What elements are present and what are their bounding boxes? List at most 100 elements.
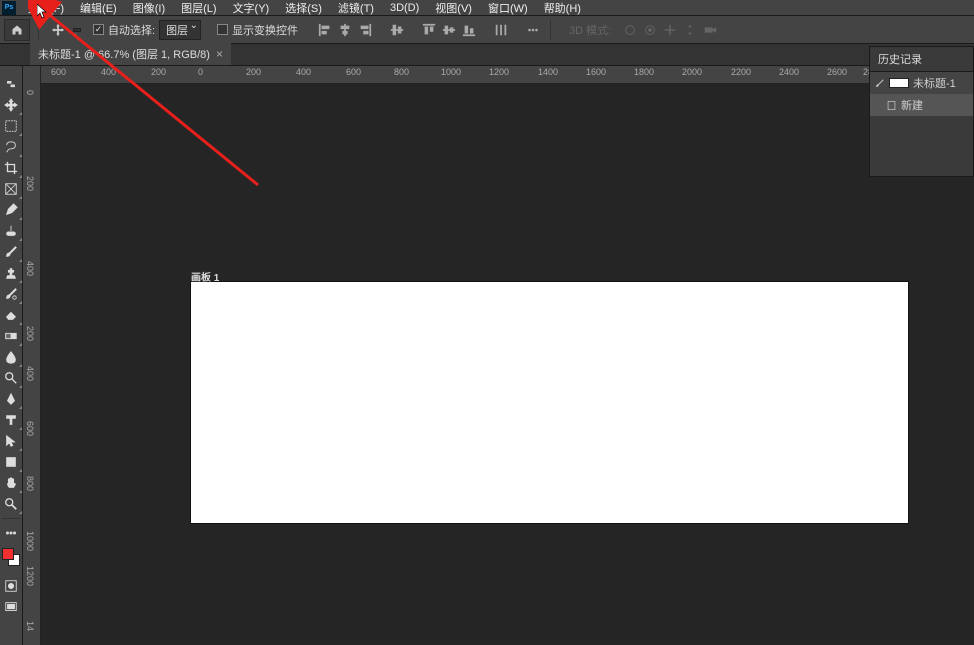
v-tick: 14 — [25, 621, 35, 631]
3d-orbit-icon[interactable] — [623, 23, 637, 37]
align-h-group — [316, 21, 374, 39]
3d-roll-icon[interactable] — [643, 23, 657, 37]
healing-brush-tool[interactable] — [1, 221, 22, 241]
menu-edit[interactable]: 编辑(E) — [72, 0, 125, 16]
menu-type[interactable]: 文字(Y) — [225, 0, 278, 16]
document-tabs: 未标题-1 @ 66.7% (图层 1, RGB/8) × — [0, 44, 974, 66]
v-tick: 800 — [25, 476, 35, 491]
dodge-tool[interactable] — [1, 368, 22, 388]
tool-preset-dropdown[interactable] — [73, 28, 81, 32]
eyedropper-tool[interactable] — [1, 200, 22, 220]
separator — [550, 20, 551, 40]
v-tick: 0 — [25, 90, 35, 95]
screen-mode-icon[interactable] — [1, 597, 22, 617]
menu-image[interactable]: 图像(I) — [125, 0, 173, 16]
shape-tool[interactable] — [1, 452, 22, 472]
separator — [38, 20, 39, 40]
menu-select[interactable]: 选择(S) — [277, 0, 330, 16]
lasso-tool[interactable] — [1, 137, 22, 157]
v-tick: 600 — [25, 421, 35, 436]
crop-tool[interactable] — [1, 158, 22, 178]
h-tick: 400 — [296, 67, 311, 77]
quick-mask-icon[interactable] — [1, 576, 22, 596]
show-transform-label: 显示变换控件 — [232, 22, 298, 38]
document-tab-label: 未标题-1 @ 66.7% (图层 1, RGB/8) — [38, 46, 210, 62]
h-tick: 1800 — [634, 67, 654, 77]
3d-camera-icon[interactable] — [703, 23, 717, 37]
history-doc-row[interactable]: 未标题-1 — [870, 72, 973, 94]
move-tool-icon[interactable] — [47, 19, 69, 41]
document-tab[interactable]: 未标题-1 @ 66.7% (图层 1, RGB/8) × — [30, 43, 231, 65]
align-bottom-icon[interactable] — [460, 21, 478, 39]
auto-select-label: 自动选择: — [108, 22, 155, 38]
frame-tool[interactable] — [1, 179, 22, 199]
type-tool[interactable] — [1, 410, 22, 430]
eraser-tool[interactable] — [1, 305, 22, 325]
pen-tool[interactable] — [1, 389, 22, 409]
close-tab-icon[interactable]: × — [216, 47, 223, 61]
edit-toolbar-icon[interactable] — [1, 523, 22, 543]
toolbox-divider — [2, 518, 20, 519]
more-options-icon[interactable] — [524, 21, 542, 39]
history-brush-tool[interactable] — [1, 284, 22, 304]
horizontal-ruler: 600 400 200 0 200 400 600 800 1000 1200 … — [41, 66, 974, 84]
foreground-color[interactable] — [2, 548, 14, 560]
v-tick: 400 — [25, 366, 35, 381]
brush-icon — [874, 78, 885, 89]
zoom-tool[interactable] — [1, 494, 22, 514]
layer-dropdown[interactable]: 图层 — [159, 20, 201, 40]
h-tick: 400 — [101, 67, 116, 77]
chevrons-icon[interactable] — [1, 74, 22, 94]
clone-stamp-tool[interactable] — [1, 263, 22, 283]
gradient-tool[interactable] — [1, 326, 22, 346]
h-tick: 2200 — [731, 67, 751, 77]
align-center-h-icon[interactable] — [336, 21, 354, 39]
menu-view[interactable]: 视图(V) — [427, 0, 480, 16]
h-tick: 0 — [198, 67, 203, 77]
h-tick: 1000 — [441, 67, 461, 77]
canvas-area[interactable]: 画板 1 — [41, 84, 974, 645]
align-v-single — [388, 21, 406, 39]
show-transform-checkbox[interactable] — [217, 24, 228, 35]
align-top-icon[interactable] — [420, 21, 438, 39]
v-tick: 200 — [25, 326, 35, 341]
marquee-tool[interactable] — [1, 116, 22, 136]
artboard[interactable] — [191, 282, 908, 523]
distribute-group — [492, 21, 510, 39]
history-panel-tab[interactable]: 历史记录 — [870, 47, 973, 72]
history-action-row[interactable]: 新建 — [870, 94, 973, 116]
h-tick: 600 — [346, 67, 361, 77]
menu-3d[interactable]: 3D(D) — [382, 2, 427, 14]
color-swatches[interactable] — [2, 548, 20, 566]
options-bar: 自动选择: 图层 显示变换控件 3D 模式: — [0, 16, 974, 44]
home-button[interactable] — [4, 19, 30, 41]
blur-tool[interactable] — [1, 347, 22, 367]
move-tool[interactable] — [1, 95, 22, 115]
auto-select-checkbox[interactable] — [93, 24, 104, 35]
app-logo: Ps — [2, 1, 16, 15]
align-middle-icon[interactable] — [440, 21, 458, 39]
show-transform-group: 显示变换控件 — [217, 22, 302, 38]
align-v-icon[interactable] — [388, 21, 406, 39]
align-v-group — [420, 21, 478, 39]
hand-tool[interactable] — [1, 473, 22, 493]
menu-filter[interactable]: 滤镜(T) — [330, 0, 382, 16]
h-tick: 200 — [246, 67, 261, 77]
brush-tool[interactable] — [1, 242, 22, 262]
3d-slide-icon[interactable] — [683, 23, 697, 37]
toolbox — [0, 66, 23, 645]
menu-help[interactable]: 帮助(H) — [536, 0, 589, 16]
history-action-label: 新建 — [901, 97, 923, 113]
menu-window[interactable]: 窗口(W) — [480, 0, 536, 16]
history-thumbnail — [889, 78, 909, 88]
align-right-icon[interactable] — [356, 21, 374, 39]
new-doc-icon — [886, 100, 897, 111]
menu-layer[interactable]: 图层(L) — [173, 0, 224, 16]
history-doc-name: 未标题-1 — [913, 75, 956, 91]
3d-mode-label: 3D 模式: — [569, 22, 611, 38]
align-left-icon[interactable] — [316, 21, 334, 39]
path-selection-tool[interactable] — [1, 431, 22, 451]
3d-pan-icon[interactable] — [663, 23, 677, 37]
distribute-icon[interactable] — [492, 21, 510, 39]
history-panel: 历史记录 未标题-1 新建 — [869, 46, 974, 177]
